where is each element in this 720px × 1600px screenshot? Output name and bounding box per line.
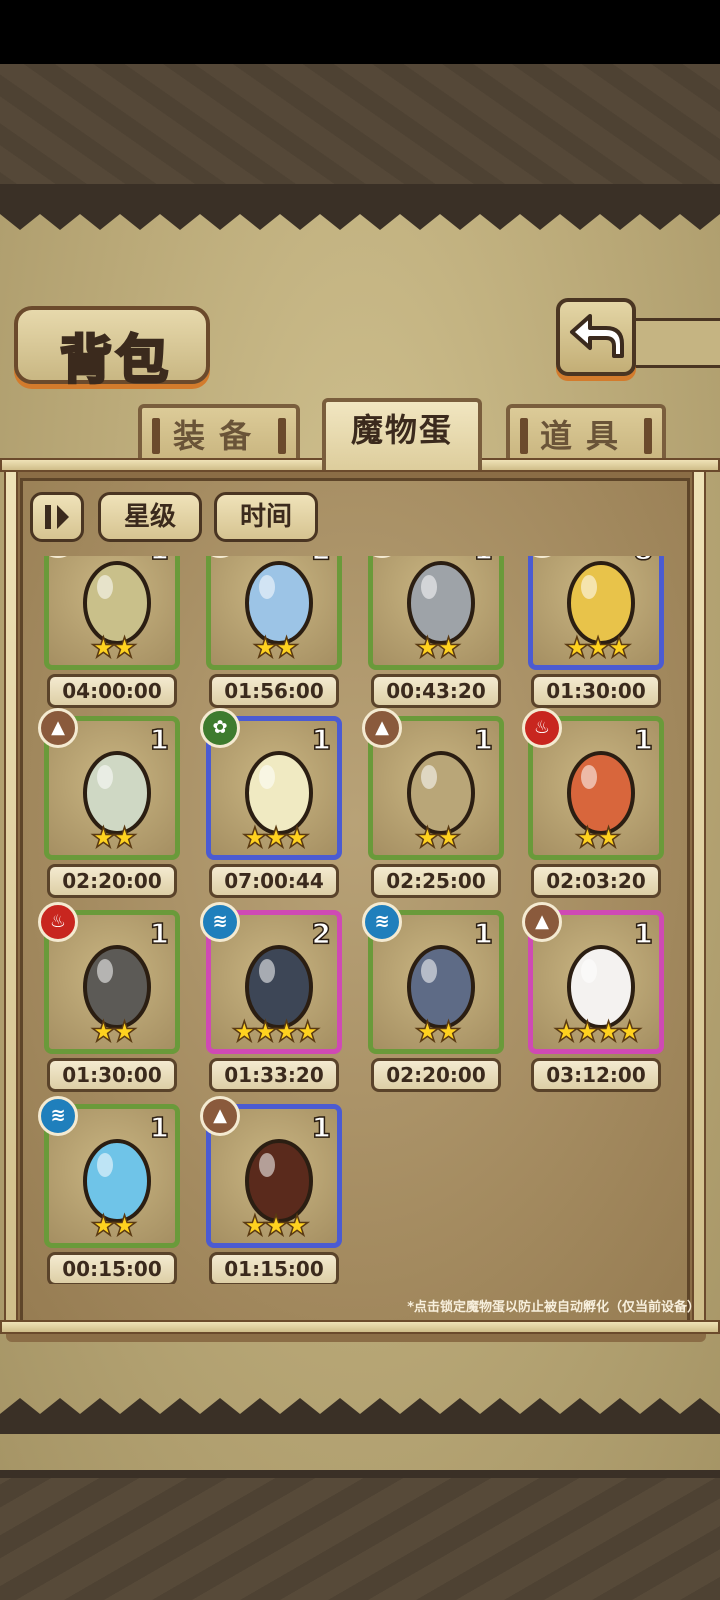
egg-star-rating: ★★★ <box>242 1208 311 1243</box>
tab-post <box>520 418 528 454</box>
egg-quantity: 8 <box>633 556 654 567</box>
egg-star-rating: ★★★★ <box>553 1014 643 1049</box>
sort-order-button[interactable] <box>30 492 84 542</box>
egg-star-rating: ★★ <box>414 820 462 855</box>
egg-grid: 1★★▲04:00:002★★≋01:56:001★★▲00:43:208★★★… <box>26 556 686 1284</box>
egg-quantity: 1 <box>473 556 494 567</box>
zigzag-border-bottom <box>0 1398 720 1434</box>
egg-card[interactable]: 8 ★★★ <box>528 556 664 670</box>
tab-equipment[interactable]: 装备 <box>138 404 300 466</box>
egg-card[interactable]: 1 ★★ <box>368 556 504 670</box>
back-arrow-icon <box>570 314 624 358</box>
tab-post <box>278 418 286 454</box>
hatch-timer: 02:25:00 <box>371 864 501 898</box>
tab-post <box>152 418 160 454</box>
hatch-timer: 00:15:00 <box>47 1252 177 1284</box>
hatch-timer: 03:12:00 <box>531 1058 661 1092</box>
back-button[interactable] <box>556 298 636 376</box>
hatch-timer: 01:56:00 <box>209 674 339 708</box>
egg-quantity: 1 <box>149 722 170 757</box>
back-button-rail <box>630 318 720 368</box>
tab-label: 道具 <box>539 417 632 455</box>
hatch-timer: 01:15:00 <box>209 1252 339 1284</box>
earth-element-icon: ▲ <box>522 902 562 942</box>
water-element-icon: ≋ <box>38 1096 78 1136</box>
egg-star-rating: ★★ <box>90 820 138 855</box>
hatch-timer: 01:30:00 <box>531 674 661 708</box>
egg-star-rating: ★★★ <box>564 630 633 665</box>
earth-element-icon: ▲ <box>362 708 402 748</box>
hatch-timer: 04:00:00 <box>47 674 177 708</box>
egg-quantity: 1 <box>473 722 494 757</box>
water-element-icon: ≋ <box>362 902 402 942</box>
hatch-timer: 07:00:44 <box>209 864 339 898</box>
egg-star-rating: ★★ <box>414 1014 462 1049</box>
grass-element-icon: ✿ <box>200 708 240 748</box>
tab-monster-eggs[interactable]: 魔物蛋 <box>322 398 482 470</box>
tab-items[interactable]: 道具 <box>506 404 666 466</box>
egg-quantity: 1 <box>633 916 654 951</box>
fire-element-icon: ♨ <box>38 902 78 942</box>
egg-quantity: 2 <box>311 916 332 951</box>
fire-element-icon: ♨ <box>522 708 562 748</box>
page-title: 背包 <box>58 329 172 393</box>
egg-card[interactable]: 1 ★★ <box>44 556 180 670</box>
egg-quantity: 1 <box>311 722 332 757</box>
hatch-timer: 02:03:20 <box>531 864 661 898</box>
earth-element-icon: ▲ <box>38 708 78 748</box>
egg-quantity: 1 <box>149 556 170 567</box>
egg-quantity: 1 <box>311 1110 332 1145</box>
hatch-timer: 00:43:20 <box>371 674 501 708</box>
egg-quantity: 1 <box>473 916 494 951</box>
egg-star-rating: ★★ <box>252 630 300 665</box>
filter-star-button[interactable]: 星级 <box>98 492 202 542</box>
panel-rail-right <box>692 470 706 1322</box>
tab-label: 魔物蛋 <box>350 411 453 449</box>
background-map-top <box>0 64 720 194</box>
egg-quantity: 1 <box>149 1110 170 1145</box>
earth-element-icon: ▲ <box>200 1096 240 1136</box>
egg-star-rating: ★★ <box>90 1208 138 1243</box>
egg-star-rating: ★★ <box>574 820 622 855</box>
egg-quantity: 2 <box>311 556 332 567</box>
hatch-timer: 02:20:00 <box>47 864 177 898</box>
egg-star-rating: ★★ <box>90 1014 138 1049</box>
egg-star-rating: ★★★★ <box>231 1014 321 1049</box>
filter-time-button[interactable]: 时间 <box>214 492 318 542</box>
panel-rail-bottom <box>0 1320 720 1334</box>
egg-star-rating: ★★ <box>414 630 462 665</box>
tab-label: 装备 <box>172 417 265 455</box>
hatch-timer: 01:33:20 <box>209 1058 339 1092</box>
hatch-timer: 02:20:00 <box>371 1058 501 1092</box>
egg-quantity: 1 <box>149 916 170 951</box>
zigzag-border-top <box>0 194 720 230</box>
water-element-icon: ≋ <box>200 902 240 942</box>
hatch-timer: 01:30:00 <box>47 1058 177 1092</box>
sort-toggle-icon <box>45 505 69 529</box>
egg-card[interactable]: 2 ★★ <box>206 556 342 670</box>
egg-star-rating: ★★★ <box>242 820 311 855</box>
lock-hint-text: *点击锁定魔物蛋以防止被自动孵化（仅当前设备） <box>407 1300 700 1315</box>
tab-post <box>644 418 652 454</box>
background-map-bottom <box>0 1470 720 1600</box>
title-plate: 背包 <box>14 306 210 393</box>
status-bar <box>0 0 720 64</box>
egg-star-rating: ★★ <box>90 630 138 665</box>
panel-rail-left <box>4 470 18 1322</box>
egg-quantity: 1 <box>633 722 654 757</box>
